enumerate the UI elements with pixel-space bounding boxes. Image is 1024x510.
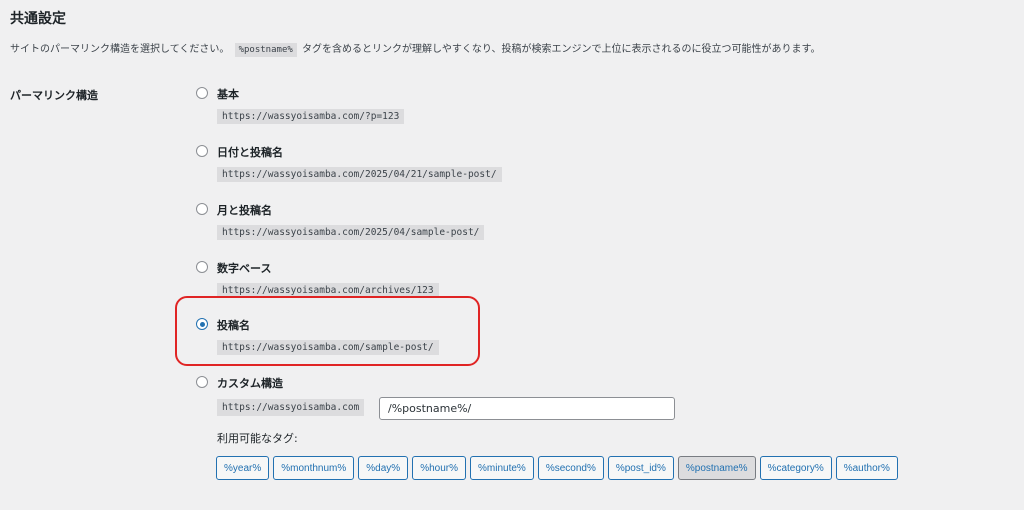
tag-author-button[interactable]: %author% <box>835 456 898 480</box>
radio-plain[interactable] <box>196 87 208 99</box>
tag-year-button[interactable]: %year% <box>216 456 270 480</box>
option-custom-label[interactable]: カスタム構造 <box>217 375 283 391</box>
section-description: サイトのパーマリンク構造を選択してください。 %postname% タグを含める… <box>10 40 821 57</box>
tag-hour-button[interactable]: %hour% <box>412 456 466 480</box>
option-day-name-url: https://wassyoisamba.com/2025/04/21/samp… <box>217 167 502 182</box>
tag-day-button[interactable]: %day% <box>358 456 409 480</box>
custom-structure-input[interactable] <box>379 397 675 420</box>
tag-second-button[interactable]: %second% <box>537 456 604 480</box>
permalink-settings-page: 共通設定 サイトのパーマリンク構造を選択してください。 %postname% タ… <box>0 0 1024 510</box>
radio-day-name[interactable] <box>196 145 208 157</box>
radio-numeric[interactable] <box>196 261 208 273</box>
available-tags: %year% %monthnum% %day% %hour% %minute% … <box>216 456 898 480</box>
option-numeric-label[interactable]: 数字ベース <box>217 260 271 276</box>
tag-category-button[interactable]: %category% <box>759 456 832 480</box>
tag-monthnum-button[interactable]: %monthnum% <box>273 456 355 480</box>
option-plain-label[interactable]: 基本 <box>217 86 239 102</box>
option-plain-url: https://wassyoisamba.com/?p=123 <box>217 109 405 124</box>
option-month-name-label[interactable]: 月と投稿名 <box>217 202 272 218</box>
selected-option-highlight <box>175 296 480 366</box>
description-text-before: サイトのパーマリンク構造を選択してください。 <box>10 44 230 55</box>
tag-postname-button[interactable]: %postname% <box>677 456 756 480</box>
description-text-after: タグを含めるとリンクが理解しやすくなり、投稿が検索エンジンで上位に表示されるのに… <box>301 44 821 55</box>
tag-minute-button[interactable]: %minute% <box>470 456 534 480</box>
radio-month-name[interactable] <box>196 203 208 215</box>
custom-base-url: https://wassyoisamba.com <box>217 399 365 416</box>
option-day-name-label[interactable]: 日付と投稿名 <box>217 144 283 160</box>
postname-code: %postname% <box>234 43 297 57</box>
tag-post-id-button[interactable]: %post_id% <box>607 456 674 480</box>
section-title: 共通設定 <box>10 11 66 27</box>
radio-custom[interactable] <box>196 376 208 388</box>
permalink-structure-label: パーマリンク構造 <box>10 89 98 102</box>
available-tags-label: 利用可能なタグ: <box>217 432 298 445</box>
option-month-name-url: https://wassyoisamba.com/2025/04/sample-… <box>217 225 485 240</box>
